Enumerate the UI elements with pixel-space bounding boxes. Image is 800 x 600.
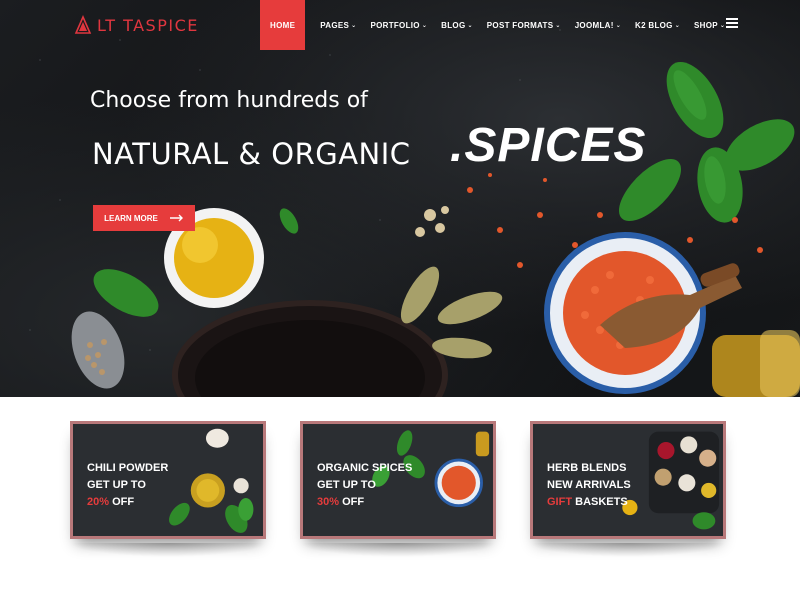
hero-subtitle: Choose from hundreds of: [90, 88, 368, 113]
chevron-down-icon: ⌄: [615, 22, 622, 29]
nav-item-label: POST FORMATS: [486, 20, 554, 30]
site-header: LT TASPICE HOME PAGES ⌄ PORTFOLIO ⌄ BLOG…: [0, 0, 800, 50]
nav-item-label: SHOP: [694, 20, 718, 30]
nav-item-pages[interactable]: PAGES ⌄: [313, 0, 363, 50]
promo-text: ORGANIC SPICES GET UP TO 30% OFF: [317, 460, 412, 511]
chevron-down-icon: ⌄: [351, 22, 357, 29]
nav-item-label: K2 BLOG: [635, 20, 673, 30]
main-nav: HOME PAGES ⌄ PORTFOLIO ⌄ BLOG ⌄ POST FOR…: [260, 0, 732, 50]
chevron-down-icon: ⌄: [467, 22, 473, 29]
promo-card-chili-powder[interactable]: CHILI POWDER GET UP TO 20% OFF: [70, 421, 266, 539]
nav-item-joomla[interactable]: JOOMLA! ⌄: [568, 0, 628, 50]
nav-item-home[interactable]: HOME: [260, 0, 306, 50]
card-shadow: [530, 543, 726, 557]
hero-banner: [0, 0, 800, 397]
promo-line3: GIFT BASKETS: [547, 494, 631, 511]
promo-line2: GET UP TO: [317, 479, 376, 491]
chevron-down-icon: ⌄: [555, 22, 561, 29]
promo-section: CHILI POWDER GET UP TO 20% OFF ORGANIC S…: [0, 397, 800, 600]
promo-line1: ORGANIC SPICES: [317, 462, 413, 474]
promo-card-herb-blends[interactable]: HERB BLENDS NEW ARRIVALS GIFT BASKETS: [530, 421, 726, 539]
promo-line3: 30% OFF: [317, 494, 412, 511]
chevron-down-icon: ⌄: [421, 22, 428, 29]
nav-item-label: JOOMLA!: [574, 20, 614, 30]
hero-spices-image: [29, 29, 800, 397]
site-logo[interactable]: LT TASPICE: [73, 14, 199, 36]
nav-item-k2-blog[interactable]: K2 BLOG ⌄: [628, 0, 687, 50]
hamburger-icon[interactable]: [726, 18, 738, 28]
promo-line1: CHILI POWDER: [87, 462, 169, 474]
chevron-down-icon: ⌄: [719, 22, 726, 29]
promo-card-organic-spices[interactable]: ORGANIC SPICES GET UP TO 30% OFF: [300, 421, 496, 539]
promo-line2: NEW ARRIVALS: [547, 479, 631, 491]
promo-line2: GET UP TO: [87, 479, 146, 491]
nav-item-label: PAGES: [320, 20, 350, 30]
nav-item-label: PORTFOLIO: [370, 20, 420, 30]
chevron-down-icon: ⌄: [674, 22, 681, 29]
promo-highlight: GIFT: [547, 496, 573, 508]
learn-more-button[interactable]: LEARN MORE: [93, 205, 195, 231]
promo-line3-rest: OFF: [109, 496, 135, 508]
learn-more-label: LEARN MORE: [104, 213, 158, 223]
hero-accent-text: .SPICES: [450, 119, 647, 172]
hero-title: NATURAL & ORGANIC: [92, 137, 411, 171]
card-shadow: [300, 543, 496, 557]
arrow-right-icon: [169, 214, 183, 222]
chili-logo-icon: [74, 15, 92, 34]
nav-item-post-formats[interactable]: POST FORMATS ⌄: [480, 0, 568, 50]
promo-line3-rest: OFF: [339, 496, 365, 508]
promo-line3: 20% OFF: [87, 494, 168, 511]
promo-line1: HERB BLENDS: [547, 462, 627, 474]
nav-item-label: BLOG: [441, 20, 466, 30]
promo-text: HERB BLENDS NEW ARRIVALS GIFT BASKETS: [547, 460, 631, 511]
promo-line3-rest: BASKETS: [572, 496, 628, 508]
nav-item-blog[interactable]: BLOG ⌄: [434, 0, 480, 50]
brand-name: LT TASPICE: [97, 15, 199, 35]
nav-item-label: HOME: [270, 20, 296, 30]
card-shadow: [70, 543, 266, 557]
promo-highlight: 30%: [317, 496, 340, 508]
nav-item-portfolio[interactable]: PORTFOLIO ⌄: [363, 0, 434, 50]
promo-highlight: 20%: [87, 496, 110, 508]
promo-text: CHILI POWDER GET UP TO 20% OFF: [87, 460, 168, 511]
